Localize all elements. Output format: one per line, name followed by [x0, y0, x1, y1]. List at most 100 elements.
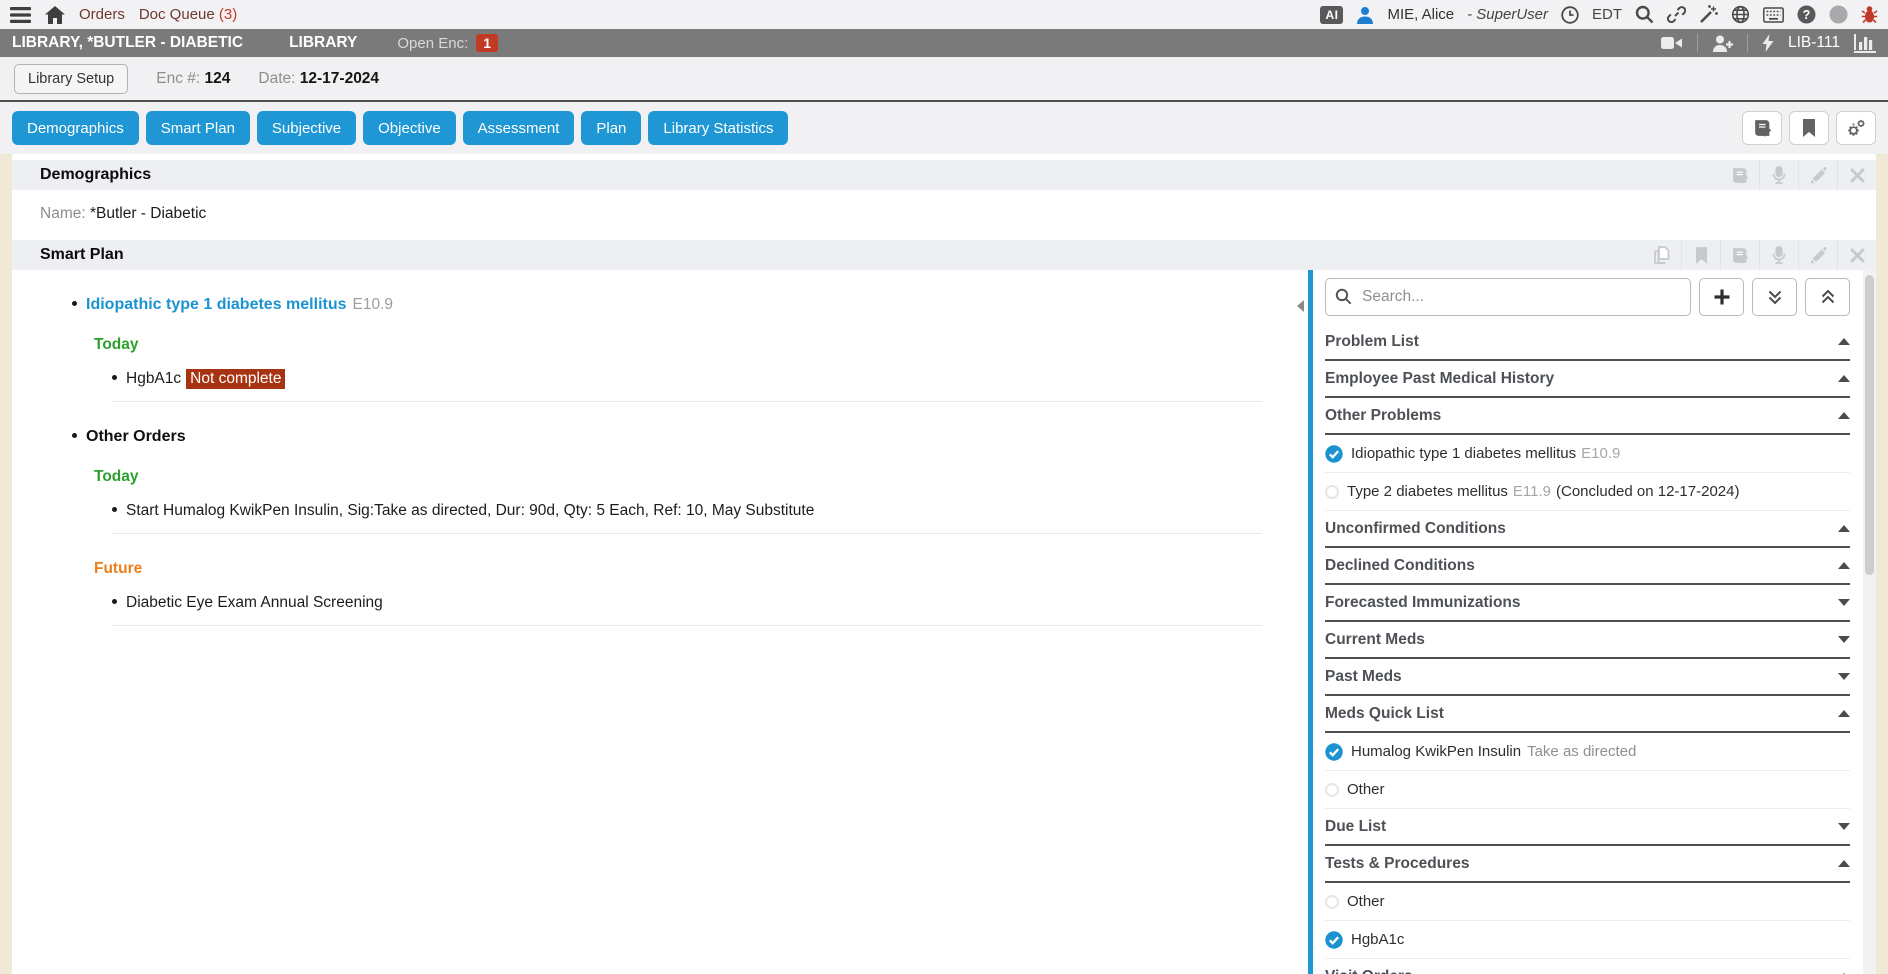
panel-item-idiopathic-diabetes[interactable]: Idiopathic type 1 diabetes mellitus E10.… [1325, 435, 1850, 473]
panel-collapse-toggle[interactable] [1292, 270, 1308, 974]
date-label: Date: [258, 70, 295, 87]
quick-list-panel: Problem List Employee Past Medical Histo… [1308, 270, 1876, 974]
book-icon[interactable] [1742, 111, 1782, 145]
nav-orders[interactable]: Orders [79, 6, 125, 23]
person-add-icon[interactable] [1712, 35, 1733, 52]
globe-icon[interactable] [1731, 5, 1750, 24]
keyboard-icon[interactable] [1763, 7, 1784, 23]
wand-icon[interactable] [1699, 5, 1718, 24]
svg-text:?: ? [1803, 8, 1811, 22]
tab-objective[interactable]: Objective [363, 111, 456, 145]
expand-all-button[interactable] [1752, 278, 1797, 316]
open-enc-label: Open Enc: [397, 35, 468, 52]
clock-icon[interactable] [1561, 6, 1579, 24]
smart-plan-content: Idiopathic type 1 diabetes mellitus E10.9… [12, 270, 1292, 974]
pencil-icon[interactable] [1798, 240, 1837, 270]
problem-heading: Idiopathic type 1 diabetes mellitus E10.9 [72, 296, 1292, 314]
timezone-label: EDT [1592, 6, 1622, 23]
search-icon[interactable] [1635, 5, 1654, 24]
patient-name-tab[interactable]: LIBRARY, *BUTLER - DIABETIC [12, 34, 243, 52]
section-tests-procedures[interactable]: Tests & Procedures [1325, 846, 1850, 883]
pencil-icon[interactable] [1798, 160, 1837, 190]
chevron-up-icon [1838, 412, 1850, 419]
status-circle-icon[interactable] [1829, 5, 1848, 24]
check-circle-icon [1325, 931, 1343, 949]
chart-tab[interactable]: LIBRARY [289, 34, 357, 52]
encounter-toolbar: Library Setup Enc #: 124 Date: 12-17-202… [0, 57, 1888, 102]
user-name[interactable]: MIE, Alice [1387, 6, 1454, 23]
section-problem-list[interactable]: Problem List [1325, 324, 1850, 361]
problem-code: E10.9 [353, 296, 394, 313]
collapse-left-icon [1297, 300, 1304, 312]
microphone-icon[interactable] [1759, 240, 1798, 270]
bar-chart-icon[interactable] [1854, 34, 1876, 53]
tab-subjective[interactable]: Subjective [257, 111, 356, 145]
tab-plan[interactable]: Plan [581, 111, 641, 145]
chevron-up-icon [1838, 710, 1850, 717]
enc-label: Enc #: [156, 70, 200, 87]
chevron-up-icon [1838, 375, 1850, 382]
home-icon[interactable] [45, 6, 65, 24]
section-forecasted-immunizations[interactable]: Forecasted Immunizations [1325, 585, 1850, 622]
bookmark-icon[interactable] [1789, 111, 1829, 145]
top-bar: Orders Doc Queue (3) AI MIE, Alice - Sup… [0, 0, 1888, 29]
bookmark-icon[interactable] [1681, 240, 1720, 270]
section-employee-past-medical-history[interactable]: Employee Past Medical History [1325, 361, 1850, 398]
chevron-double-up-icon [1820, 289, 1836, 305]
section-other-problems[interactable]: Other Problems [1325, 398, 1850, 435]
section-meds-quick-list[interactable]: Meds Quick List [1325, 696, 1850, 733]
lightning-icon[interactable] [1762, 34, 1774, 52]
close-icon[interactable] [1837, 240, 1876, 270]
chevron-down-icon [1838, 599, 1850, 606]
bullet [112, 375, 117, 380]
close-icon[interactable] [1837, 160, 1876, 190]
name-value: *Butler - Diabetic [90, 205, 206, 222]
chevron-double-down-icon [1767, 289, 1783, 305]
panel-search-input[interactable] [1325, 278, 1691, 316]
add-item-button[interactable] [1699, 278, 1744, 316]
nav-doc-queue[interactable]: Doc Queue (3) [139, 6, 237, 23]
section-unconfirmed-conditions[interactable]: Unconfirmed Conditions [1325, 511, 1850, 548]
panel-section-list: Problem List Employee Past Medical Histo… [1325, 324, 1863, 974]
panel-item-humalog[interactable]: Humalog KwikPen Insulin Take as directed [1325, 733, 1850, 771]
order-row-eye-exam: Diabetic Eye Exam Annual Screening [112, 594, 1262, 626]
problem-link[interactable]: Idiopathic type 1 diabetes mellitus [86, 296, 347, 313]
radio-empty-icon [1325, 485, 1339, 499]
gears-icon[interactable] [1836, 111, 1876, 145]
tab-assessment[interactable]: Assessment [463, 111, 575, 145]
panel-scrollbar[interactable] [1863, 270, 1876, 974]
bullet [72, 433, 77, 438]
not-complete-flag: Not complete [186, 369, 285, 389]
section-visit-orders[interactable]: Visit Orders [1325, 959, 1850, 974]
panel-item-hgba1c[interactable]: HgbA1c [1325, 921, 1850, 959]
hamburger-menu-icon[interactable] [10, 7, 31, 23]
bug-icon[interactable] [1861, 5, 1878, 24]
panel-item-meds-other[interactable]: Other [1325, 771, 1850, 809]
tab-library-statistics[interactable]: Library Statistics [648, 111, 788, 145]
tab-demographics[interactable]: Demographics [12, 111, 139, 145]
collapse-all-button[interactable] [1805, 278, 1850, 316]
scrollbar-thumb[interactable] [1865, 275, 1874, 575]
book-icon[interactable] [1720, 240, 1759, 270]
copy-icon[interactable] [1642, 240, 1681, 270]
smart-plan-title: Smart Plan [40, 246, 124, 264]
future-group-label: Future [94, 560, 1292, 578]
help-icon[interactable]: ? [1797, 5, 1816, 24]
page-content: Demographics Name: *Butler - Diabetic [0, 154, 1888, 974]
video-camera-icon[interactable] [1661, 35, 1683, 51]
book-icon[interactable] [1720, 160, 1759, 190]
link-icon[interactable] [1667, 5, 1686, 24]
ai-badge[interactable]: AI [1320, 6, 1343, 24]
section-due-list[interactable]: Due List [1325, 809, 1850, 846]
library-setup-button[interactable]: Library Setup [14, 64, 128, 94]
chevron-up-icon [1838, 860, 1850, 867]
panel-item-tests-other[interactable]: Other [1325, 883, 1850, 921]
section-current-meds[interactable]: Current Meds [1325, 622, 1850, 659]
open-enc-badge[interactable]: 1 [476, 34, 498, 52]
section-past-meds[interactable]: Past Meds [1325, 659, 1850, 696]
microphone-icon[interactable] [1759, 160, 1798, 190]
section-declined-conditions[interactable]: Declined Conditions [1325, 548, 1850, 585]
radio-empty-icon [1325, 783, 1339, 797]
panel-item-type2-diabetes[interactable]: Type 2 diabetes mellitus E11.9 (Conclude… [1325, 473, 1850, 511]
tab-smart-plan[interactable]: Smart Plan [146, 111, 250, 145]
